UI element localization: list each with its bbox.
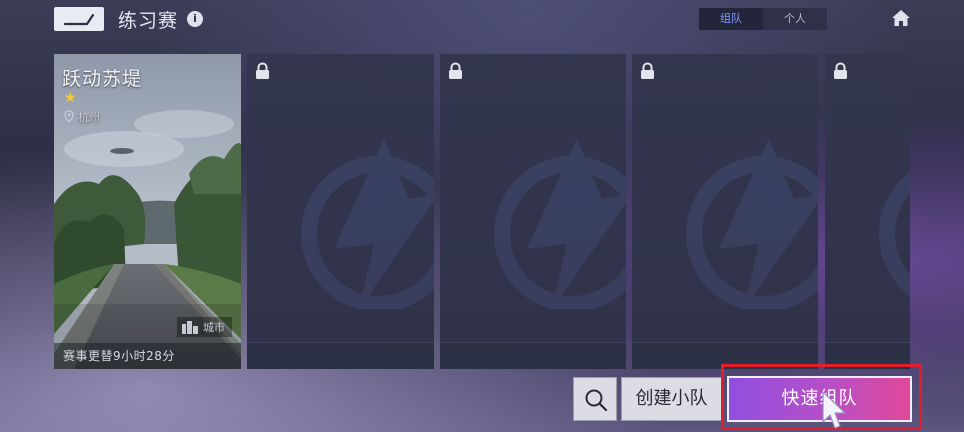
speed-emblem-icon <box>879 171 910 297</box>
locked-map-card[interactable] <box>247 54 434 369</box>
map-city: 杭州 <box>78 111 100 124</box>
create-team-button[interactable]: 创建小队 <box>621 377 722 421</box>
location-pin-icon <box>64 110 74 123</box>
city-badge: 城市 <box>177 317 232 337</box>
locked-map-card[interactable] <box>632 54 818 369</box>
card-footer-strip <box>440 342 626 369</box>
search-icon <box>585 389 608 412</box>
tab-team[interactable]: 组队 <box>699 8 763 30</box>
search-button[interactable] <box>573 377 617 421</box>
map-star-rating: ★ <box>64 90 77 106</box>
pointer-cursor-icon <box>822 391 846 429</box>
speed-emblem-icon <box>494 139 626 309</box>
back-arrow-icon <box>63 13 95 26</box>
map-rotation-timer: 赛事更替9小时28分 <box>63 349 175 363</box>
home-icon[interactable] <box>891 9 911 27</box>
lock-icon <box>256 62 269 79</box>
lock-icon <box>641 62 654 79</box>
speed-emblem-icon <box>686 139 818 309</box>
locked-map-card[interactable] <box>825 54 910 369</box>
buildings-icon <box>182 321 198 334</box>
mode-switch: 组队 个人 <box>699 8 827 30</box>
lock-icon <box>834 62 847 79</box>
locked-map-card[interactable] <box>440 54 626 369</box>
speed-emblem-icon <box>301 139 434 309</box>
card-footer-strip <box>247 342 434 369</box>
map-card[interactable]: 跃动苏堤 ★ 杭州 城市 赛事更替9小时28分 <box>54 54 241 369</box>
tab-solo[interactable]: 个人 <box>763 8 827 30</box>
lock-icon <box>449 62 462 79</box>
info-icon[interactable]: i <box>187 11 203 27</box>
page-title: 练习赛 <box>118 10 179 32</box>
city-badge-label: 城市 <box>203 321 225 334</box>
back-button[interactable] <box>54 7 104 31</box>
top-bar: 练习赛 i 组队 个人 <box>0 0 964 40</box>
map-name: 跃动苏堤 <box>62 68 143 90</box>
